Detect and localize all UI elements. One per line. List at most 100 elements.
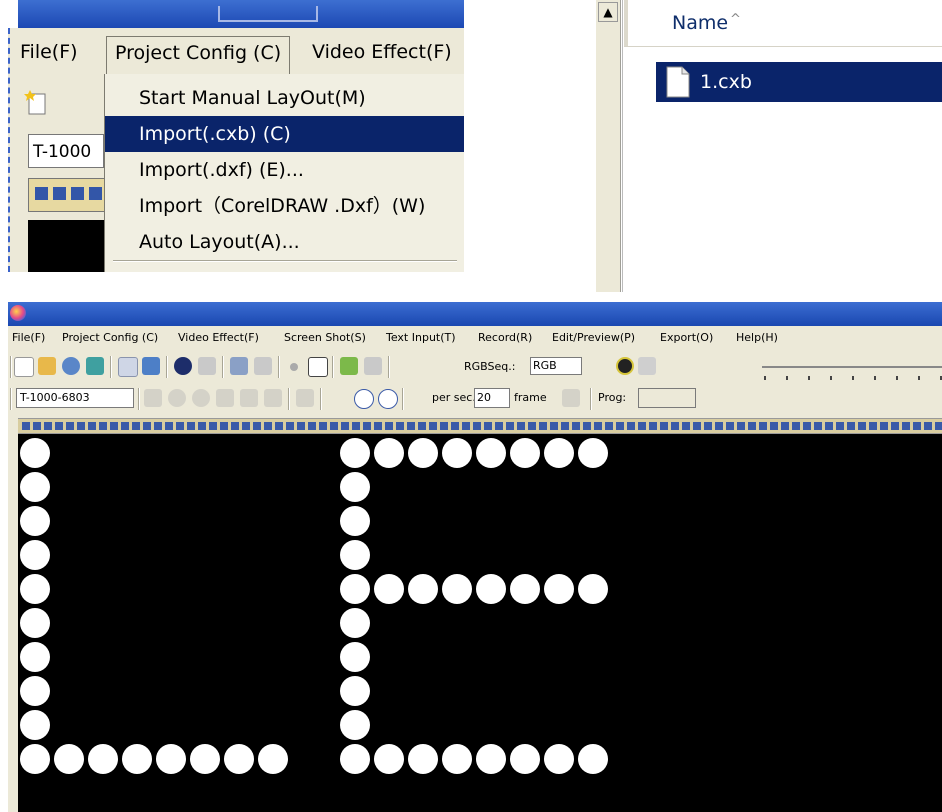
new-project-icon[interactable]: [24, 88, 52, 116]
menu-edit-preview[interactable]: Edit/Preview(P): [552, 328, 635, 348]
led-dot[interactable]: [340, 540, 370, 570]
menu-project-config[interactable]: Project Config (C): [106, 36, 291, 75]
scroll-up-arrow-icon[interactable]: ▲: [598, 2, 618, 22]
led-dot[interactable]: [340, 676, 370, 706]
next-icon[interactable]: [264, 389, 282, 407]
led-dot[interactable]: [340, 642, 370, 672]
led-dot[interactable]: [578, 744, 608, 774]
frame-icon[interactable]: [308, 357, 328, 377]
led-dot[interactable]: [544, 438, 574, 468]
led-dot[interactable]: [476, 438, 506, 468]
led-dot[interactable]: [340, 710, 370, 740]
play-icon[interactable]: [216, 389, 234, 407]
led-dot[interactable]: [374, 574, 404, 604]
led-color-icon[interactable]: [616, 357, 634, 375]
zoom-out-icon[interactable]: [378, 389, 398, 409]
color-wheel-icon[interactable]: [174, 357, 192, 375]
menu-video-effect[interactable]: Video Effect(F): [306, 36, 458, 68]
list-icon[interactable]: [296, 389, 314, 407]
vertical-scrollbar[interactable]: ▲: [596, 0, 621, 292]
led-dot[interactable]: [340, 472, 370, 502]
pause-icon[interactable]: [192, 389, 210, 407]
checkbox-icon[interactable]: [364, 357, 382, 375]
screen-icon[interactable]: [254, 357, 272, 375]
page-icon[interactable]: [144, 389, 162, 407]
led-dot[interactable]: [510, 438, 540, 468]
led-dot[interactable]: [122, 744, 152, 774]
led-dot[interactable]: [20, 438, 50, 468]
menu-project-config[interactable]: Project Config (C): [62, 328, 158, 348]
led-dot[interactable]: [88, 744, 118, 774]
open-folder-icon[interactable]: [38, 357, 56, 375]
frames-per-second-input[interactable]: 20: [474, 388, 510, 408]
menu-screen-shot[interactable]: Screen Shot(S): [284, 328, 366, 348]
led-dot[interactable]: [20, 506, 50, 536]
led-dot[interactable]: [510, 574, 540, 604]
preview-icon[interactable]: [198, 357, 216, 375]
led-dot[interactable]: [340, 506, 370, 536]
menu-text-input[interactable]: Text Input(T): [386, 328, 456, 348]
led-dot[interactable]: [476, 574, 506, 604]
project-id-field[interactable]: T-1000-6803: [16, 388, 134, 408]
led-dot[interactable]: [20, 472, 50, 502]
led-dot[interactable]: [258, 744, 288, 774]
menu-help[interactable]: Help(H): [736, 328, 778, 348]
menu-item-import-dxf[interactable]: Import(.dxf) (E)...: [105, 152, 464, 188]
lock-icon[interactable]: [638, 357, 656, 375]
new-project-icon[interactable]: [14, 357, 34, 377]
led-dot[interactable]: [476, 744, 506, 774]
column-header-name[interactable]: Name: [672, 12, 728, 34]
led-dot[interactable]: [442, 438, 472, 468]
menu-item-auto-layout[interactable]: Auto Layout(A)...: [105, 224, 464, 260]
project-id-field[interactable]: T-1000: [28, 134, 104, 168]
program-field[interactable]: [638, 388, 696, 408]
zoom-in-icon[interactable]: [354, 389, 374, 409]
window-icon[interactable]: [142, 357, 160, 375]
led-dot[interactable]: [374, 744, 404, 774]
led-dot[interactable]: [408, 574, 438, 604]
led-dot[interactable]: [156, 744, 186, 774]
menu-file[interactable]: File(F): [14, 36, 84, 68]
menu-item-import-coreldraw[interactable]: Import（CorelDRAW .Dxf）(W): [105, 188, 464, 224]
led-dot[interactable]: [20, 676, 50, 706]
settings-gear-icon[interactable]: [62, 357, 80, 375]
menu-item-start-manual-layout[interactable]: Start Manual LayOut(M): [105, 80, 464, 116]
menu-file[interactable]: File(F): [12, 328, 45, 348]
previous-icon[interactable]: [240, 389, 258, 407]
led-dot[interactable]: [578, 438, 608, 468]
led-dot[interactable]: [340, 438, 370, 468]
save-icon[interactable]: [86, 357, 104, 375]
layout-icon[interactable]: [118, 357, 138, 377]
led-dot[interactable]: [340, 608, 370, 638]
led-dot[interactable]: [54, 744, 84, 774]
led-dot[interactable]: [340, 574, 370, 604]
led-dot[interactable]: [20, 642, 50, 672]
led-dot[interactable]: [20, 608, 50, 638]
led-dot[interactable]: [408, 438, 438, 468]
led-dot[interactable]: [442, 744, 472, 774]
camera-icon[interactable]: [230, 357, 248, 375]
led-dot[interactable]: [340, 744, 370, 774]
menu-record[interactable]: Record(R): [478, 328, 532, 348]
led-dot[interactable]: [190, 744, 220, 774]
led-dot[interactable]: [510, 744, 540, 774]
file-item-selected[interactable]: 1.cxb: [656, 62, 942, 102]
menu-video-effect[interactable]: Video Effect(F): [178, 328, 259, 348]
led-dot[interactable]: [374, 438, 404, 468]
led-dot[interactable]: [544, 744, 574, 774]
led-dot[interactable]: [20, 540, 50, 570]
led-dot[interactable]: [20, 574, 50, 604]
led-dot[interactable]: [20, 744, 50, 774]
led-layout-canvas[interactable]: [18, 434, 942, 812]
speed-icon[interactable]: [562, 389, 580, 407]
import-icon[interactable]: [340, 357, 358, 375]
menu-item-import-cxb[interactable]: Import(.cxb) (C): [105, 116, 464, 152]
led-dot[interactable]: [20, 710, 50, 740]
led-dot[interactable]: [578, 574, 608, 604]
record-icon[interactable]: [290, 363, 298, 371]
zoom-slider[interactable]: [762, 366, 942, 368]
rgb-sequence-select[interactable]: RGB: [530, 357, 582, 375]
led-dot[interactable]: [442, 574, 472, 604]
menu-export[interactable]: Export(O): [660, 328, 713, 348]
led-dot[interactable]: [224, 744, 254, 774]
